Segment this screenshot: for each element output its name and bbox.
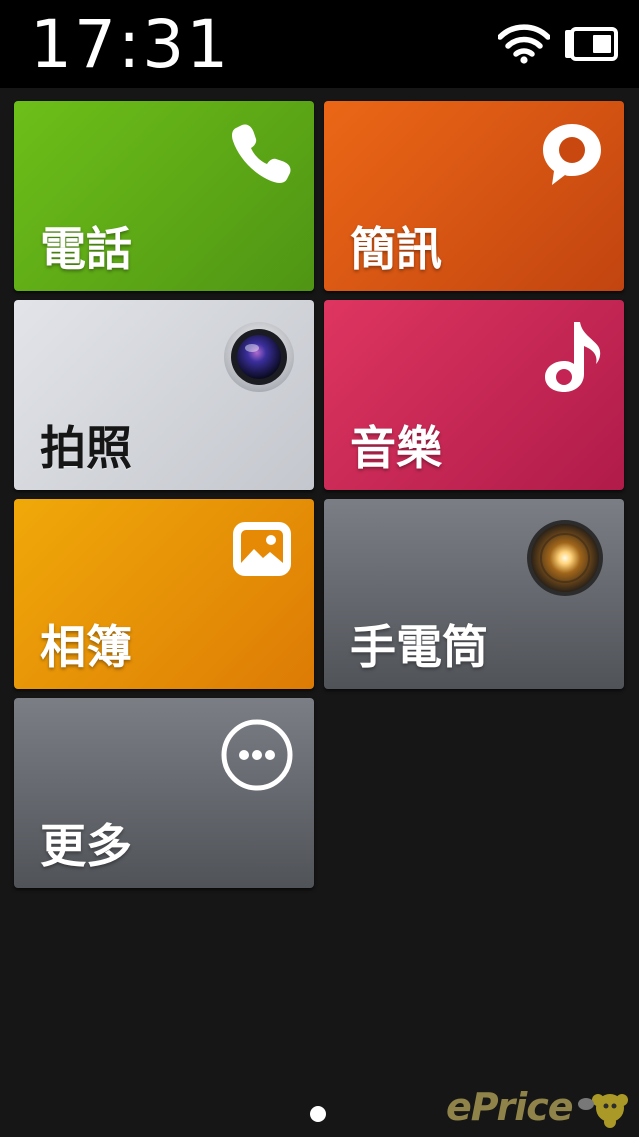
battery-icon xyxy=(565,27,618,61)
more-dots-icon xyxy=(221,719,293,791)
picture-icon xyxy=(233,522,291,576)
tile-label: 手電筒 xyxy=(350,620,488,674)
wifi-icon xyxy=(498,24,550,64)
tile-label: 簡訊 xyxy=(350,222,442,276)
camera-lens-icon xyxy=(224,322,294,392)
tile-label: 拍照 xyxy=(40,421,132,475)
status-bar: 17:31 xyxy=(0,0,639,88)
watermark-logo: ePrice xyxy=(446,1085,574,1129)
tile-label: 相簿 xyxy=(40,620,132,674)
tile-sms[interactable]: 簡訊 xyxy=(324,101,624,291)
clock: 17:31 xyxy=(30,6,231,83)
tile-label: 電話 xyxy=(40,222,132,276)
message-bubble-icon xyxy=(543,124,601,185)
tile-phone[interactable]: 電話 xyxy=(14,101,314,291)
tile-camera[interactable]: 拍照 xyxy=(14,300,314,490)
tile-music[interactable]: 音樂 xyxy=(324,300,624,490)
tile-album[interactable]: 相簿 xyxy=(14,499,314,689)
tile-label: 更多 xyxy=(40,819,132,873)
page-indicator-dot xyxy=(310,1106,326,1122)
tile-flashlight[interactable]: 手電筒 xyxy=(324,499,624,689)
flashlight-icon xyxy=(527,520,603,596)
phone-icon xyxy=(232,124,291,183)
mascot-icon xyxy=(578,1094,628,1128)
tile-label: 音樂 xyxy=(350,421,442,475)
tile-more[interactable]: 更多 xyxy=(14,698,314,888)
music-note-icon xyxy=(545,322,601,392)
